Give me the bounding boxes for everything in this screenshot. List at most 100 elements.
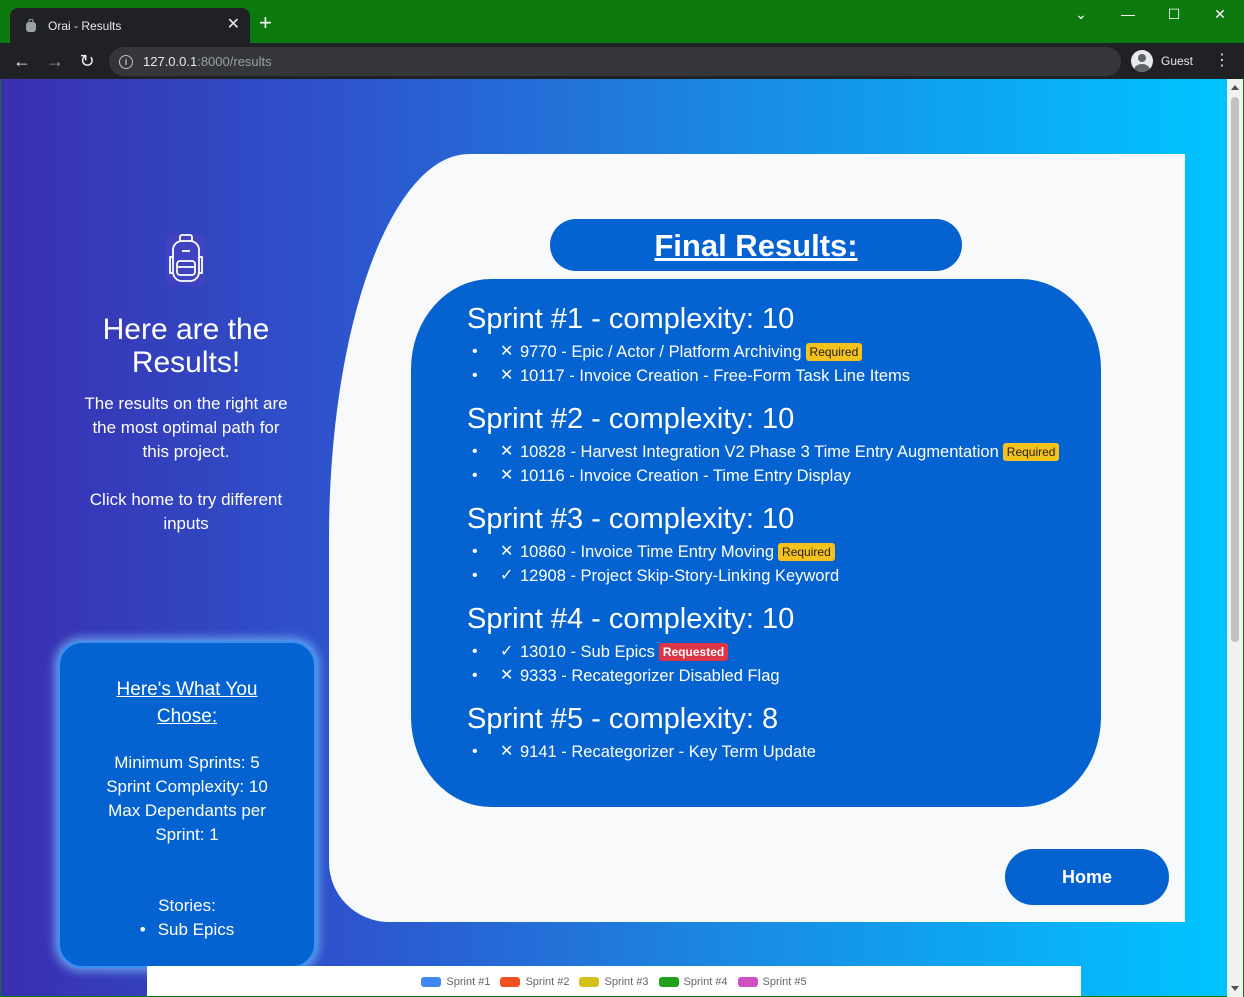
browser-tab[interactable]: Orai - Results ✕ [10, 8, 250, 43]
legend-label: Sprint #1 [446, 975, 491, 988]
minimize-button[interactable]: — [1113, 6, 1143, 22]
back-arrow-icon[interactable]: ← [10, 49, 34, 73]
maximize-button[interactable]: ☐ [1159, 6, 1189, 23]
sprint-complexity: Sprint Complexity: 10 [106, 777, 268, 796]
check-mark-icon: ✓ [500, 567, 514, 584]
x-mark-icon: ✕ [500, 443, 514, 460]
close-window-button[interactable]: ✕ [1205, 6, 1235, 23]
story-text: 10117 - Invoice Creation - Free-Form Tas… [520, 367, 911, 385]
requested-badge: Requested [658, 643, 729, 661]
choices-card: Here's What You Chose: Minimum Sprints: … [58, 641, 316, 968]
sprint-block: Sprint #5 - complexity: 8 • ✕ 9141 - Recat… [467, 698, 1101, 764]
legend-swatch [579, 976, 600, 987]
profile-label: Guest [1161, 54, 1194, 68]
story-text: 9141 - Recategorizer - Key Term Update [520, 743, 816, 761]
legend-label: Sprint #2 [525, 975, 570, 988]
page-viewport: Here are the Results! The results on the… [1, 79, 1227, 996]
choices-title: Here's What You Chose: [116, 679, 258, 727]
results-description: The results on the right are the most op… [84, 394, 288, 461]
required-badge: Required [1002, 443, 1060, 461]
choices-options: Minimum Sprints: 5 Sprint Complexity: 10… [60, 751, 314, 847]
legend-item[interactable]: Sprint #4 [658, 975, 728, 988]
sprint-title: Sprint #2 - complexity: 10 [467, 403, 795, 435]
story-row: • ✕ 10828 - Harvest Integration V2 Phase 3… [472, 440, 1101, 464]
legend-item[interactable]: Sprint #1 [421, 976, 490, 988]
stories-list: Sub Epics [60, 918, 314, 942]
story-row: • ✕ 10860 - Invoice Time Entry Moving Requi… [472, 540, 1101, 564]
story-text: 13010 - Sub Epics [520, 643, 655, 661]
backpack-icon [167, 234, 205, 286]
story-row: • ✕ 10116 - Invoice Creation - Time Entry … [472, 464, 1101, 488]
scroll-down-icon[interactable] [1231, 986, 1239, 991]
story-row: • ✕ 10117 - Invoice Creation - Free-Form T… [472, 364, 1101, 388]
story-item: Sub Epics [60, 918, 314, 942]
legend-swatch [658, 976, 679, 987]
sprint-block: Sprint #1 - complexity: 10 • ✕ 9770 - Epic… [467, 298, 1101, 388]
backpack-favicon-icon [24, 18, 38, 33]
legend-item[interactable]: Sprint #2 [500, 976, 569, 988]
browser-title-bar: Orai - Results ✕ + ⌄ — ☐ ✕ [0, 0, 1244, 43]
legend-swatch [737, 976, 758, 987]
new-tab-button[interactable]: + [259, 11, 272, 35]
legend-label: Sprint #4 [683, 975, 728, 988]
sprint-block: Sprint #4 - complexity: 10 • ✓ 13010 - Sub… [467, 598, 1101, 688]
sprint-block: Sprint #2 - complexity: 10 • ✕ 10828 - Har… [467, 398, 1101, 488]
results-panel: Final Results: Sprint #1 - complexity: 1… [329, 154, 1185, 922]
left-column: Here are the Results! The results on the… [58, 231, 314, 536]
tab-search-icon[interactable]: ⌄ [1066, 6, 1096, 23]
x-mark-icon: ✕ [500, 667, 514, 684]
legend-item[interactable]: Sprint #3 [579, 975, 649, 988]
results-heading: Here are the Results! [102, 313, 270, 379]
x-mark-icon: ✕ [500, 367, 514, 384]
story-row: • ✕ 9141 - Recategorizer - Key Term Update [472, 740, 1101, 764]
home-button[interactable]: Home [1005, 849, 1169, 905]
story-text: 10116 - Invoice Creation - Time Entry Di… [520, 467, 851, 485]
sprint-title: Sprint #5 - complexity: 8 [467, 703, 779, 735]
legend-swatch [500, 976, 521, 987]
url-path: :8000/results [197, 54, 272, 69]
site-info-icon[interactable]: i [119, 54, 133, 69]
forward-arrow-icon[interactable]: → [43, 49, 67, 73]
sprint-title: Sprint #3 - complexity: 10 [467, 503, 795, 535]
story-row: • ✕ 9770 - Epic / Actor / Platform Archivi… [472, 340, 1101, 364]
profile-button[interactable]: Guest [1131, 49, 1193, 73]
x-mark-icon: ✕ [500, 467, 514, 484]
tab-title: Orai - Results [48, 18, 122, 33]
sprint-title: Sprint #1 - complexity: 10 [467, 303, 795, 335]
avatar-icon [1131, 50, 1153, 72]
required-badge: Required [805, 343, 863, 361]
story-text: 12908 - Project Skip-Story-Linking Keywo… [520, 567, 840, 585]
sprint-title: Sprint #4 - complexity: 10 [467, 603, 795, 635]
sprint-results-card: Sprint #1 - complexity: 10 • ✕ 9770 - Epic… [411, 279, 1101, 807]
final-results-title: Final Results: [550, 219, 962, 271]
chart-legend: Sprint #1 Sprint #2 Sprint #3 Sprint #4 … [147, 966, 1081, 996]
story-text: 9770 - Epic / Actor / Platform Archiving [520, 343, 802, 361]
required-badge: Required [778, 543, 835, 561]
story-text: 10828 - Harvest Integration V2 Phase 3 T… [520, 443, 999, 461]
legend-label: Sprint #3 [604, 975, 649, 988]
legend-item[interactable]: Sprint #5 [737, 975, 807, 988]
legend-label: Sprint #5 [762, 975, 807, 988]
menu-kebab-icon[interactable]: ⋮ [1214, 49, 1230, 73]
min-sprints: Minimum Sprints: 5 [114, 753, 260, 772]
scrollbar-thumb[interactable] [1231, 97, 1239, 642]
x-mark-icon: ✕ [500, 343, 514, 360]
story-row: • ✓ 12908 - Project Skip-Story-Linking Key… [472, 564, 1101, 588]
tab-close-icon[interactable]: ✕ [227, 16, 240, 34]
story-text: 9333 - Recategorizer Disabled Flag [520, 667, 780, 685]
browser-toolbar: ← → ↻ i 127.0.0.1:8000/results Guest ⋮ [0, 43, 1244, 79]
x-mark-icon: ✕ [500, 543, 514, 560]
legend-swatch [421, 976, 442, 987]
sprint-block: Sprint #3 - complexity: 10 • ✕ 10860 - Inv… [467, 498, 1101, 588]
story-text: 10860 - Invoice Time Entry Moving [520, 543, 775, 561]
page-scrollbar[interactable] [1227, 79, 1243, 997]
address-bar[interactable]: i 127.0.0.1:8000/results [109, 47, 1121, 76]
x-mark-icon: ✕ [500, 743, 514, 760]
url-host: 127.0.0.1 [143, 54, 198, 69]
check-mark-icon: ✓ [500, 643, 514, 660]
reload-icon[interactable]: ↻ [75, 49, 99, 73]
story-row: • ✓ 13010 - Sub Epics Requested [472, 640, 1101, 664]
max-dependants: Max Dependants per Sprint: 1 [108, 801, 266, 844]
scroll-up-icon[interactable] [1231, 85, 1239, 90]
story-row: • ✕ 9333 - Recategorizer Disabled Flag [472, 664, 1101, 688]
